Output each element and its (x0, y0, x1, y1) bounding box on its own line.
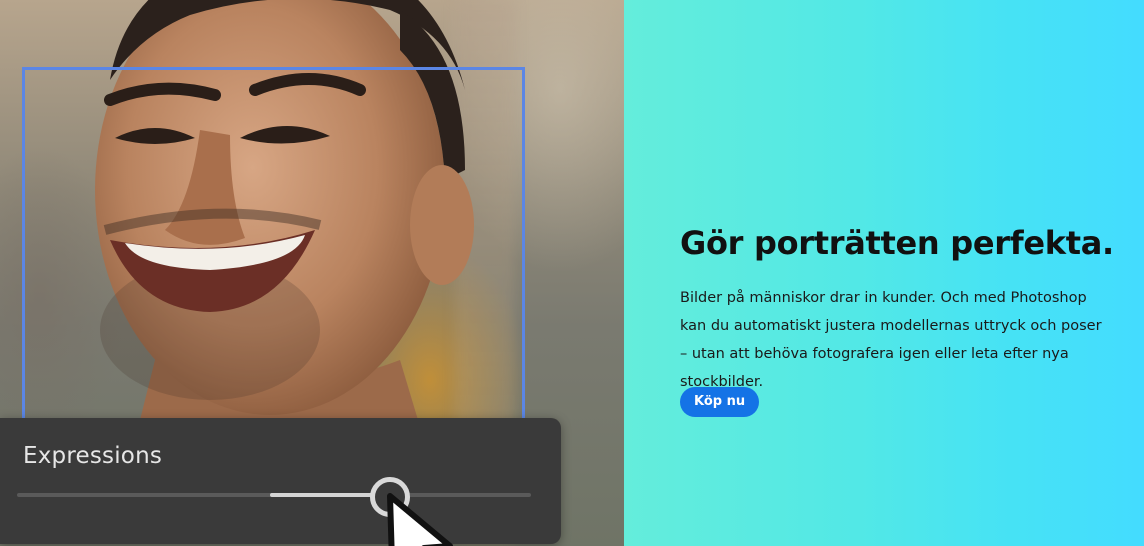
pointer-cursor-icon (380, 492, 470, 546)
expressions-panel: Expressions (0, 418, 561, 544)
face-detection-box (22, 67, 525, 427)
promo-panel: Gör porträtten perfekta. Bilder på männi… (624, 0, 1144, 546)
hero-section: Expressions Gör porträtten perfekta. Bil… (0, 0, 1144, 546)
promo-title: Gör porträtten perfekta. (680, 224, 1114, 262)
promo-description: Bilder på människor drar in kunder. Och … (680, 290, 1102, 390)
expressions-label: Expressions (23, 443, 163, 469)
buy-now-button[interactable]: Köp nu (680, 387, 760, 417)
